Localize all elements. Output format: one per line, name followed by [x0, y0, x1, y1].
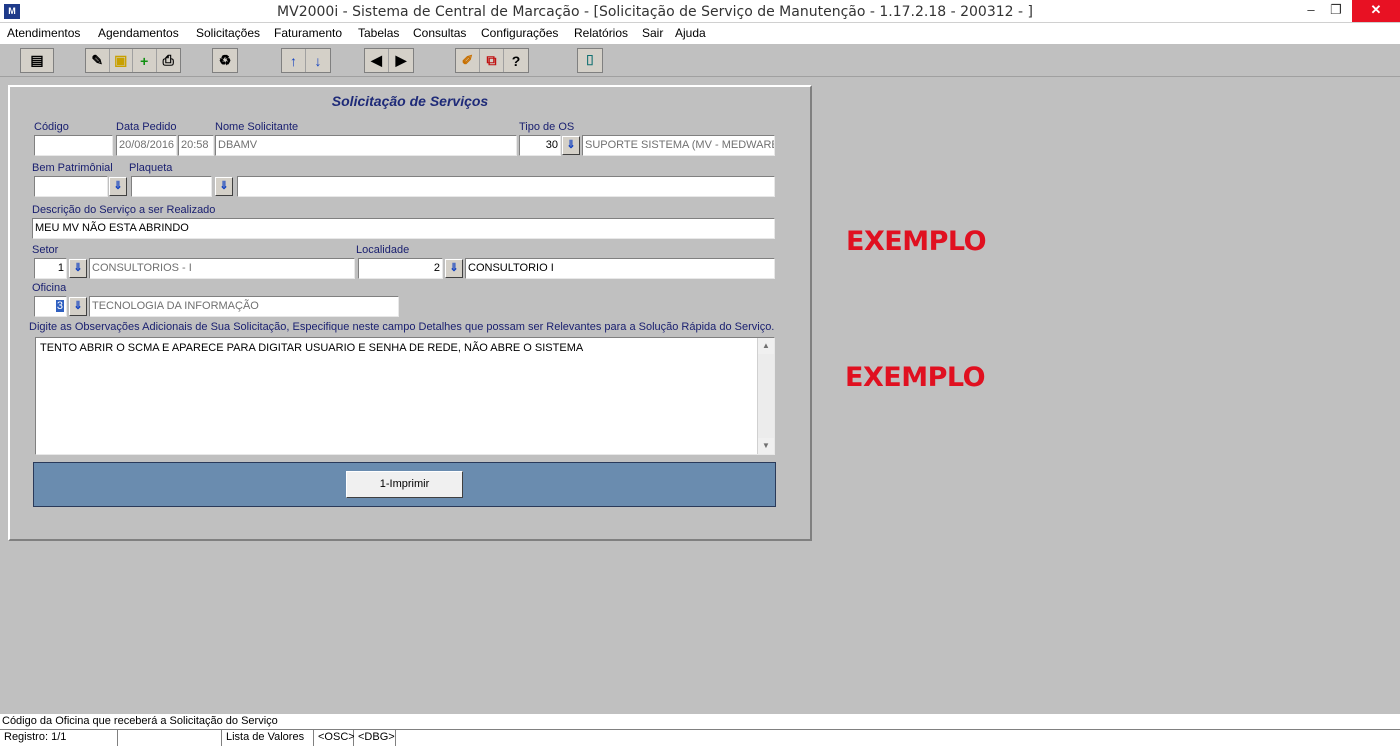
setor-lov-button[interactable]: ⇓: [69, 259, 87, 278]
toolbar-group-nav: ↑ ↓: [281, 48, 331, 73]
toolbar-group-tools: ✐ ⧉ ?: [455, 48, 529, 73]
toolbar-group-exit: ⌷: [577, 48, 603, 73]
print-button[interactable]: 1-Imprimir: [346, 471, 463, 498]
status-registro: Registro: 1/1: [0, 730, 118, 746]
help-icon[interactable]: ?: [504, 49, 528, 72]
bem-patrimonial-lov-button[interactable]: ⇓: [109, 177, 127, 196]
observacoes-text: TENTO ABRIR O SCMA E APARECE PARA DIGITA…: [40, 342, 584, 354]
form-panel: Solicitação de Serviços Código Data Pedi…: [8, 85, 812, 541]
oficina-description-field[interactable]: TECNOLOGIA DA INFORMAÇÃO: [89, 296, 399, 317]
example-watermark-1: EXEMPLO: [846, 226, 987, 257]
down-arrow-icon[interactable]: ↓: [306, 49, 330, 72]
plaqueta-field[interactable]: [131, 176, 212, 197]
clear-icon[interactable]: ♻: [213, 49, 237, 72]
descricao-label: Descrição do Serviço a ser Realizado: [32, 204, 216, 216]
bem-patrimonial-field[interactable]: [34, 176, 108, 197]
plaqueta-lov-button[interactable]: ⇓: [215, 177, 233, 196]
title-bar: M MV2000i - Sistema de Central de Marcaç…: [0, 0, 1400, 23]
localidade-description-field[interactable]: CONSULTORIO I: [465, 258, 775, 279]
menu-solicitacoes[interactable]: Solicitações: [196, 26, 260, 40]
menu-atendimentos[interactable]: Atendimentos: [7, 26, 80, 40]
copy-icon[interactable]: ⧉: [480, 49, 504, 72]
codigo-label: Código: [34, 121, 69, 133]
status-osc: <OSC>: [314, 730, 355, 746]
status-dbg: <DBG>: [354, 730, 396, 746]
form-title: Solicitação de Serviços: [331, 93, 489, 109]
plaqueta-description-field[interactable]: [237, 176, 775, 197]
status-spacer: [396, 730, 1400, 746]
oficina-code-field[interactable]: 3: [34, 296, 67, 317]
print-icon[interactable]: ⎙: [157, 49, 180, 72]
nome-solicitante-label: Nome Solicitante: [215, 121, 299, 133]
tipo-os-lov-button[interactable]: ⇓: [562, 136, 580, 155]
menu-faturamento[interactable]: Faturamento: [274, 26, 342, 40]
tipo-os-description-field[interactable]: SUPORTE SISTEMA (MV - MEDWARE -: [582, 135, 775, 156]
oficina-code-value: 3: [55, 300, 64, 312]
plaqueta-label: Plaqueta: [129, 162, 173, 174]
menu-configuracoes[interactable]: Configurações: [481, 26, 558, 40]
status-lista-valores: Lista de Valores: [222, 730, 314, 746]
setor-code-field[interactable]: 1: [34, 258, 67, 279]
status-bar: Registro: 1/1 Lista de Valores <OSC> <DB…: [0, 729, 1400, 746]
observacoes-scrollbar[interactable]: ▲ ▼: [757, 338, 774, 454]
setor-description-field[interactable]: CONSULTORIOS - I: [89, 258, 355, 279]
bem-patrimonial-label: Bem Patrimônial: [32, 162, 113, 174]
menu-tabelas[interactable]: Tabelas: [358, 26, 399, 40]
codigo-field[interactable]: [34, 135, 113, 156]
window-title: MV2000i - Sistema de Central de Marcação…: [277, 4, 1033, 20]
example-watermark-2: EXEMPLO: [845, 362, 986, 393]
menu-consultas[interactable]: Consultas: [413, 26, 466, 40]
hint-bar: Código da Oficina que receberá a Solicit…: [0, 713, 1400, 729]
nome-solicitante-field[interactable]: DBAMV: [215, 135, 517, 156]
menu-agendamentos[interactable]: Agendamentos: [98, 26, 179, 40]
menu-relatorios[interactable]: Relatórios: [574, 26, 628, 40]
toolbar-group-record: ✎ ▣ + ⎙: [85, 48, 181, 73]
edit-icon[interactable]: ✎: [86, 49, 110, 72]
data-pedido-label: Data Pedido: [116, 121, 177, 133]
tipo-os-code-field[interactable]: 30: [519, 135, 561, 156]
descricao-field[interactable]: MEU MV NÃO ESTA ABRINDO: [32, 218, 775, 239]
status-blank: [118, 730, 222, 746]
menu-bar: Atendimentos Agendamentos Solicitações F…: [0, 23, 1400, 44]
menu-ajuda[interactable]: Ajuda: [675, 26, 706, 40]
previous-icon[interactable]: ◀: [365, 49, 389, 72]
observacoes-label: Digite as Observações Adicionais de Sua …: [29, 321, 775, 333]
pencil-icon[interactable]: ✐: [456, 49, 480, 72]
localidade-lov-button[interactable]: ⇓: [445, 259, 463, 278]
next-icon[interactable]: ▶: [389, 49, 413, 72]
add-icon[interactable]: +: [133, 49, 157, 72]
button-bar: 1-Imprimir: [33, 462, 776, 507]
data-pedido-time-field[interactable]: 20:58: [178, 135, 214, 156]
save-icon[interactable]: ▣: [110, 49, 133, 72]
up-arrow-icon[interactable]: ↑: [282, 49, 306, 72]
open-list-icon[interactable]: ▤: [21, 49, 53, 72]
toolbar-group-list: ▤: [20, 48, 54, 73]
toolbar: ▤ ✎ ▣ + ⎙ ♻ ↑ ↓ ◀ ▶ ✐ ⧉ ? ⌷: [0, 44, 1400, 77]
menu-sair[interactable]: Sair: [642, 26, 663, 40]
localidade-label: Localidade: [356, 244, 410, 256]
toolbar-group-clear: ♻: [212, 48, 238, 73]
scroll-up-icon[interactable]: ▲: [758, 338, 774, 354]
setor-label: Setor: [32, 244, 59, 256]
scroll-down-icon[interactable]: ▼: [758, 438, 774, 454]
close-button[interactable]: ✕: [1352, 0, 1400, 22]
oficina-label: Oficina: [32, 282, 67, 294]
localidade-code-field[interactable]: 2: [358, 258, 443, 279]
observacoes-textarea[interactable]: TENTO ABRIR O SCMA E APARECE PARA DIGITA…: [35, 337, 775, 455]
tipo-os-label: Tipo de OS: [519, 121, 575, 133]
toolbar-group-page: ◀ ▶: [364, 48, 414, 73]
exit-door-icon[interactable]: ⌷: [578, 49, 602, 72]
oficina-lov-button[interactable]: ⇓: [69, 297, 87, 316]
data-pedido-date-field[interactable]: 20/08/2016: [116, 135, 177, 156]
